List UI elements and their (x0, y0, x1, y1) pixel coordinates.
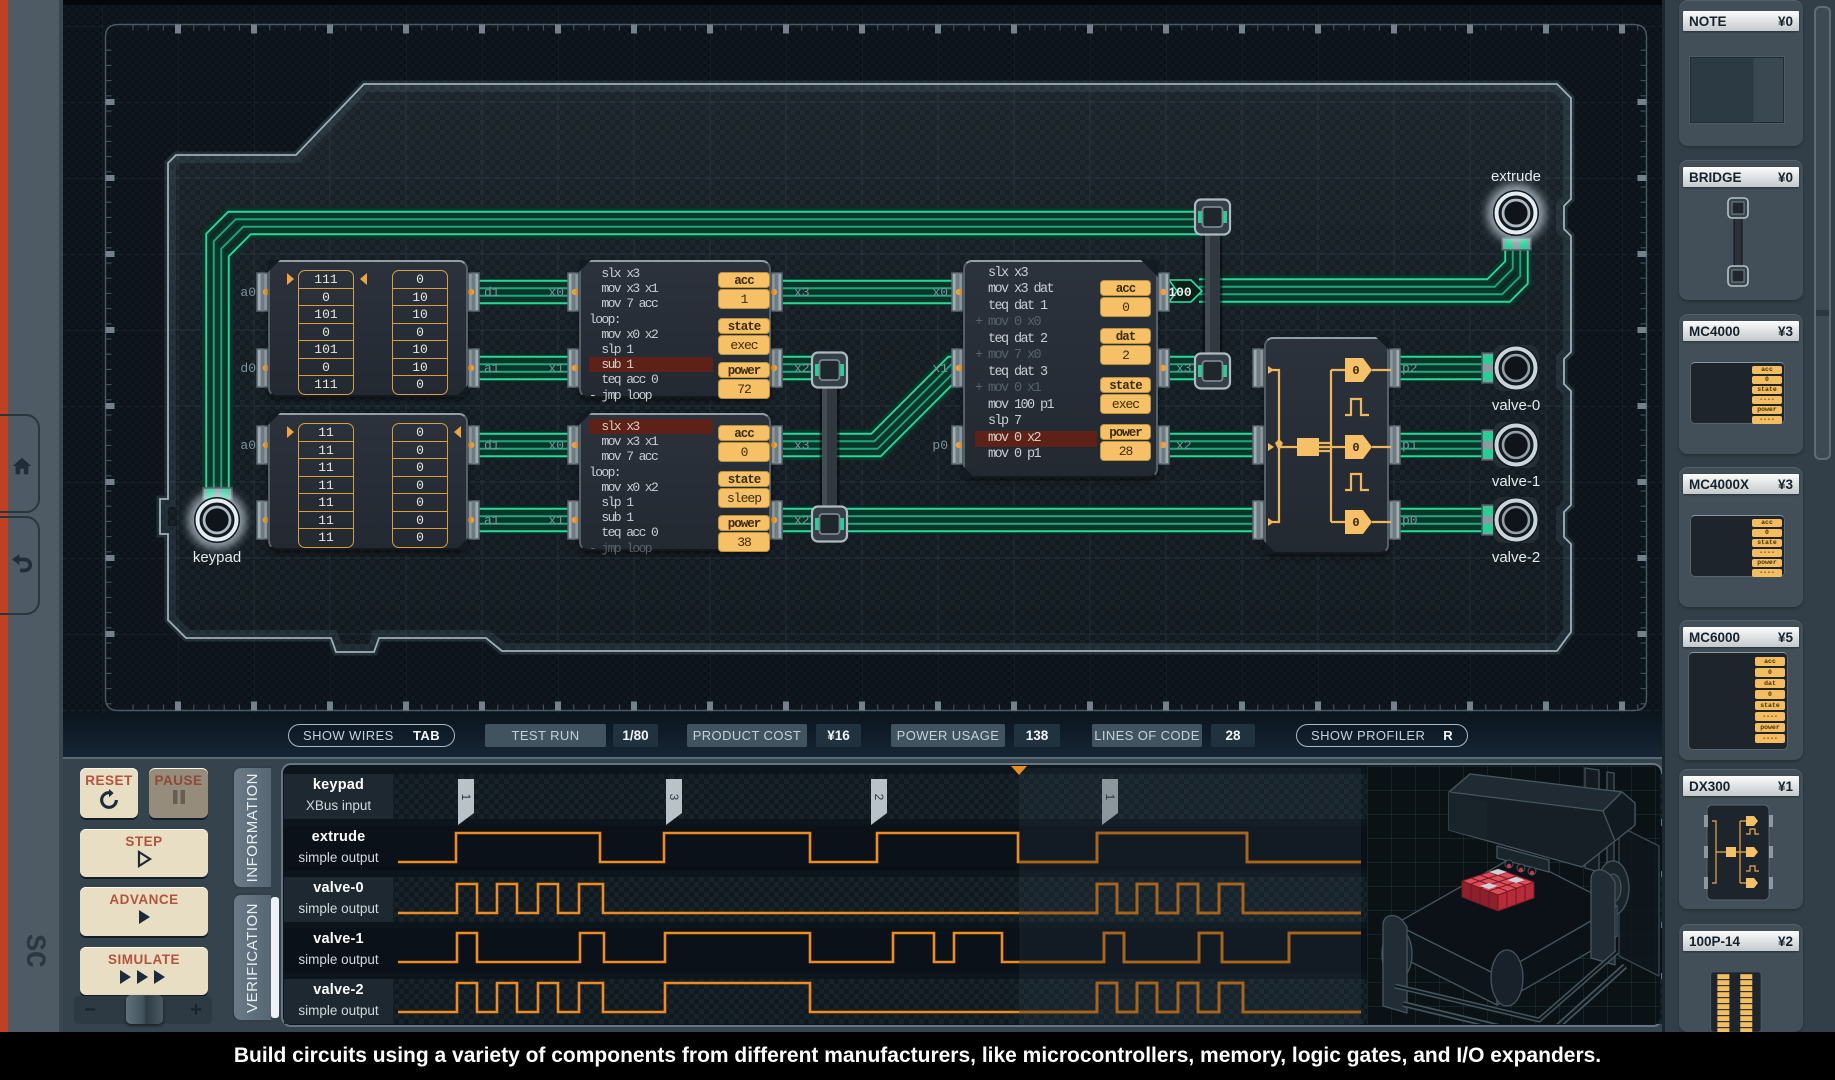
svg-text:2: 2 (872, 794, 886, 801)
svg-text:0: 0 (1352, 364, 1359, 378)
svg-text:1: 1 (459, 794, 473, 801)
svg-text:3: 3 (667, 794, 681, 801)
svg-text:0: 0 (1352, 441, 1359, 455)
svg-text:0: 0 (1352, 516, 1359, 530)
svg-text:1: 1 (1103, 794, 1117, 801)
svg-text:100: 100 (1168, 285, 1192, 300)
